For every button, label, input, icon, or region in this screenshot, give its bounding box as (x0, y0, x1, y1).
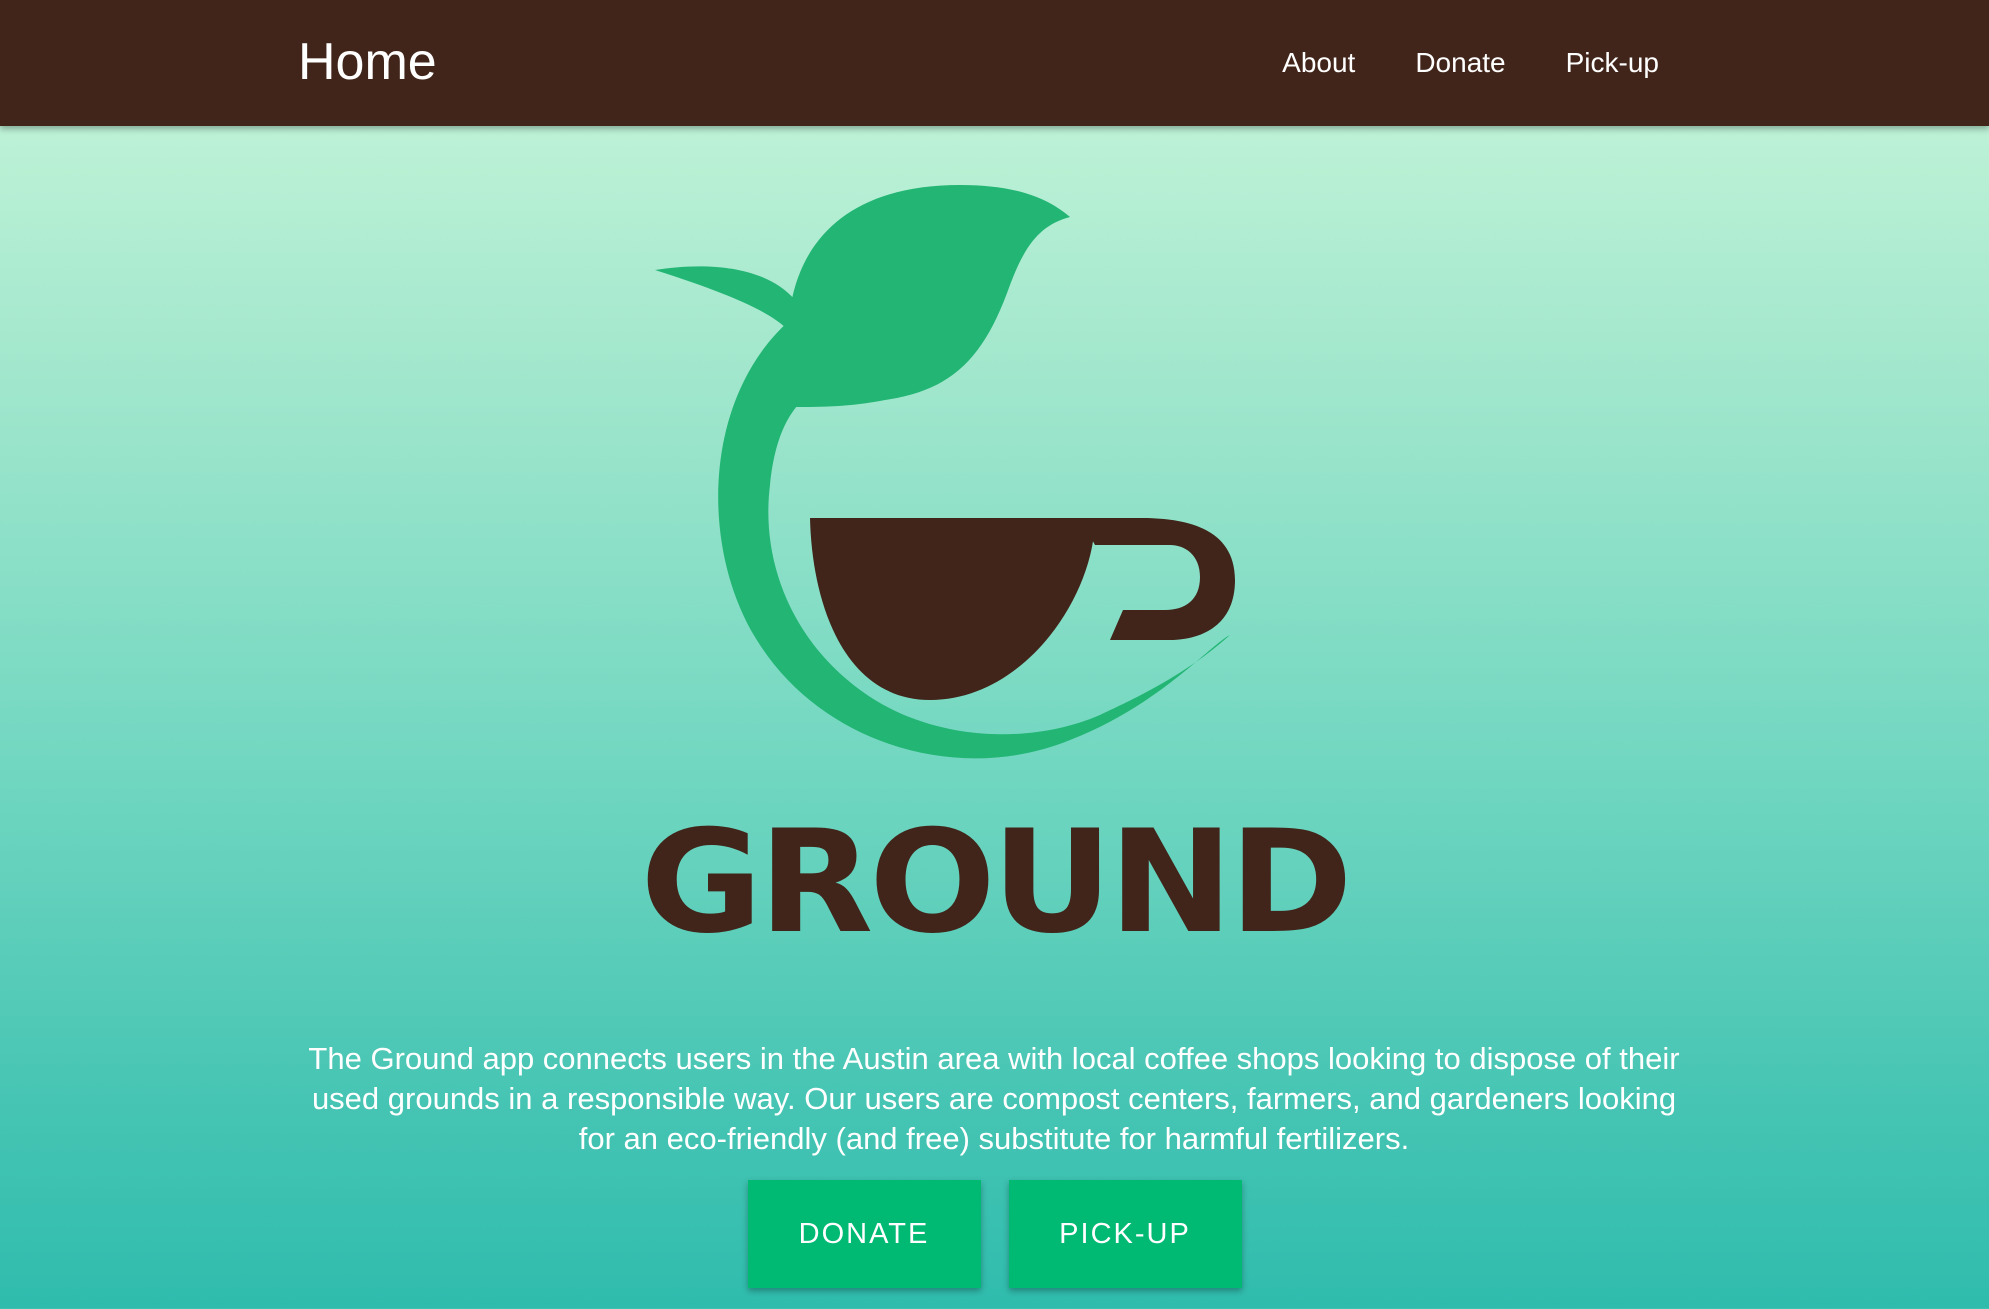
logo-cup-bowl (810, 518, 1095, 700)
ground-wordmark-logo: GROUND (640, 800, 1353, 965)
top-navbar: Home About Donate Pick-up (0, 0, 1989, 126)
donate-button[interactable]: DONATE (747, 1180, 981, 1288)
cta-buttons: DONATE PICK-UP (0, 1180, 1989, 1288)
nav-about-link[interactable]: About (1282, 44, 1355, 82)
logo-big-leaf (788, 185, 1070, 407)
nav-links: About Donate Pick-up (1282, 44, 1659, 82)
pickup-button[interactable]: PICK-UP (1008, 1180, 1242, 1288)
app-description: The Ground app connects users in the Aus… (308, 1041, 1680, 1156)
ground-logo-icon (655, 185, 1235, 759)
nav-pickup-link[interactable]: Pick-up (1566, 44, 1659, 82)
logo-cup-handle (1080, 518, 1235, 640)
nav-donate-link[interactable]: Donate (1415, 44, 1505, 82)
home-link[interactable]: Home (298, 30, 437, 94)
